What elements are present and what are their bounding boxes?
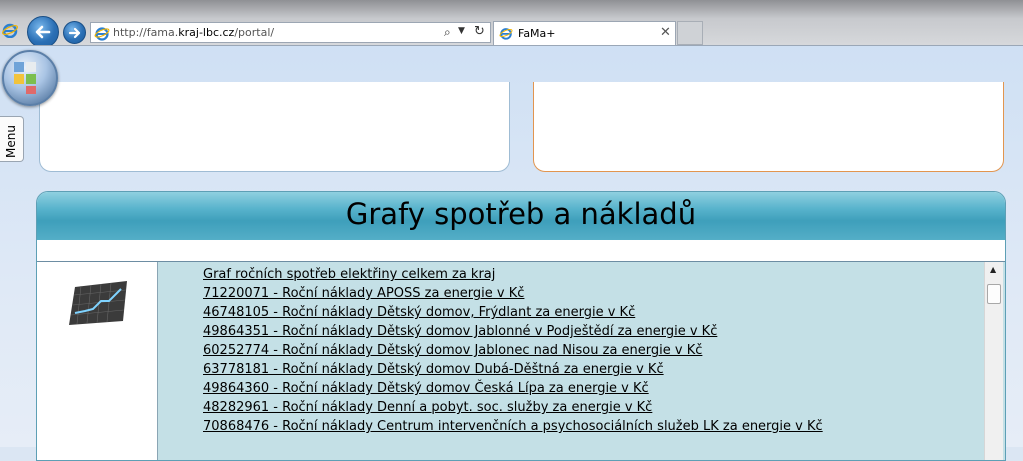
graph-link[interactable]: 49864351 - Roční náklady Dětský domov Ja… <box>203 324 717 339</box>
close-icon[interactable]: ✕ <box>660 25 671 40</box>
left-panel <box>39 82 510 172</box>
list-scrollbar[interactable]: ▲ <box>984 262 1003 460</box>
logo-square-green <box>26 74 36 84</box>
tab-title: FaMa+ <box>518 27 556 40</box>
graph-link[interactable]: 71220071 - Roční náklady APOSS za energi… <box>203 286 524 301</box>
forward-button[interactable] <box>63 21 86 44</box>
back-arrow-icon <box>35 25 51 39</box>
graphs-header: Grafy spotřeb a nákladů <box>37 192 1005 240</box>
graphs-panel: Grafy spotřeb a nákladů Graf ročních spo… <box>36 191 1006 461</box>
address-url[interactable]: http://fama.kraj-lbc.cz/portal/ <box>113 26 274 39</box>
line-chart-icon <box>69 281 127 325</box>
graph-link[interactable]: 70868476 - Roční náklady Centrum interve… <box>203 419 823 434</box>
browser-tab[interactable]: FaMa+ ✕ <box>493 21 676 46</box>
browser-toolbar: http://fama.kraj-lbc.cz/portal/ ⌕ ▼ ↻ Fa… <box>0 0 1023 48</box>
page-viewport: Menu Grafy spotřeb a nákladů Graf ročníc… <box>0 46 1023 461</box>
back-button[interactable] <box>27 16 59 48</box>
logo-square-yellow <box>14 74 24 84</box>
menu-tab[interactable]: Menu <box>0 116 24 162</box>
forward-arrow-icon <box>68 27 80 38</box>
ie-page-icon <box>94 27 110 41</box>
menu-label: Menu <box>4 125 18 158</box>
logo-square-white <box>26 62 36 72</box>
graphs-body: Graf ročních spotřeb elektřiny celkem za… <box>37 262 1005 460</box>
graphs-subheader <box>37 240 1005 262</box>
logo-square-red <box>26 86 36 94</box>
scroll-up-icon[interactable]: ▲ <box>990 265 996 274</box>
ie-icon <box>2 23 18 38</box>
chevron-down-icon[interactable]: ▼ <box>458 26 465 36</box>
graph-link[interactable]: 49864360 - Roční náklady Dětský domov Če… <box>203 381 649 396</box>
portal-logo-icon[interactable] <box>2 50 58 106</box>
graph-link[interactable]: 60252774 - Roční náklady Dětský domov Ja… <box>203 343 702 358</box>
graph-link[interactable]: 46748105 - Roční náklady Dětský domov, F… <box>203 305 635 320</box>
right-panel <box>533 82 1004 172</box>
address-bar[interactable]: http://fama.kraj-lbc.cz/portal/ ⌕ ▼ ↻ <box>90 22 491 43</box>
page-title: Grafy spotřeb a nákladů <box>345 197 697 231</box>
graph-link[interactable]: 48282961 - Roční náklady Denní a pobyt. … <box>203 400 652 415</box>
scroll-thumb[interactable] <box>987 284 1001 304</box>
new-tab-button[interactable] <box>677 21 703 45</box>
refresh-icon[interactable]: ↻ <box>474 24 485 39</box>
graph-link[interactable]: 63778181 - Roční náklady Dětský domov Du… <box>203 362 664 377</box>
logo-square-blue <box>14 62 24 72</box>
ie-tab-icon <box>499 28 513 40</box>
search-icon[interactable]: ⌕ <box>444 25 451 40</box>
graph-link[interactable]: Graf ročních spotřeb elektřiny celkem za… <box>203 267 495 282</box>
graph-links-list[interactable]: Graf ročních spotřeb elektřiny celkem za… <box>157 262 1005 460</box>
